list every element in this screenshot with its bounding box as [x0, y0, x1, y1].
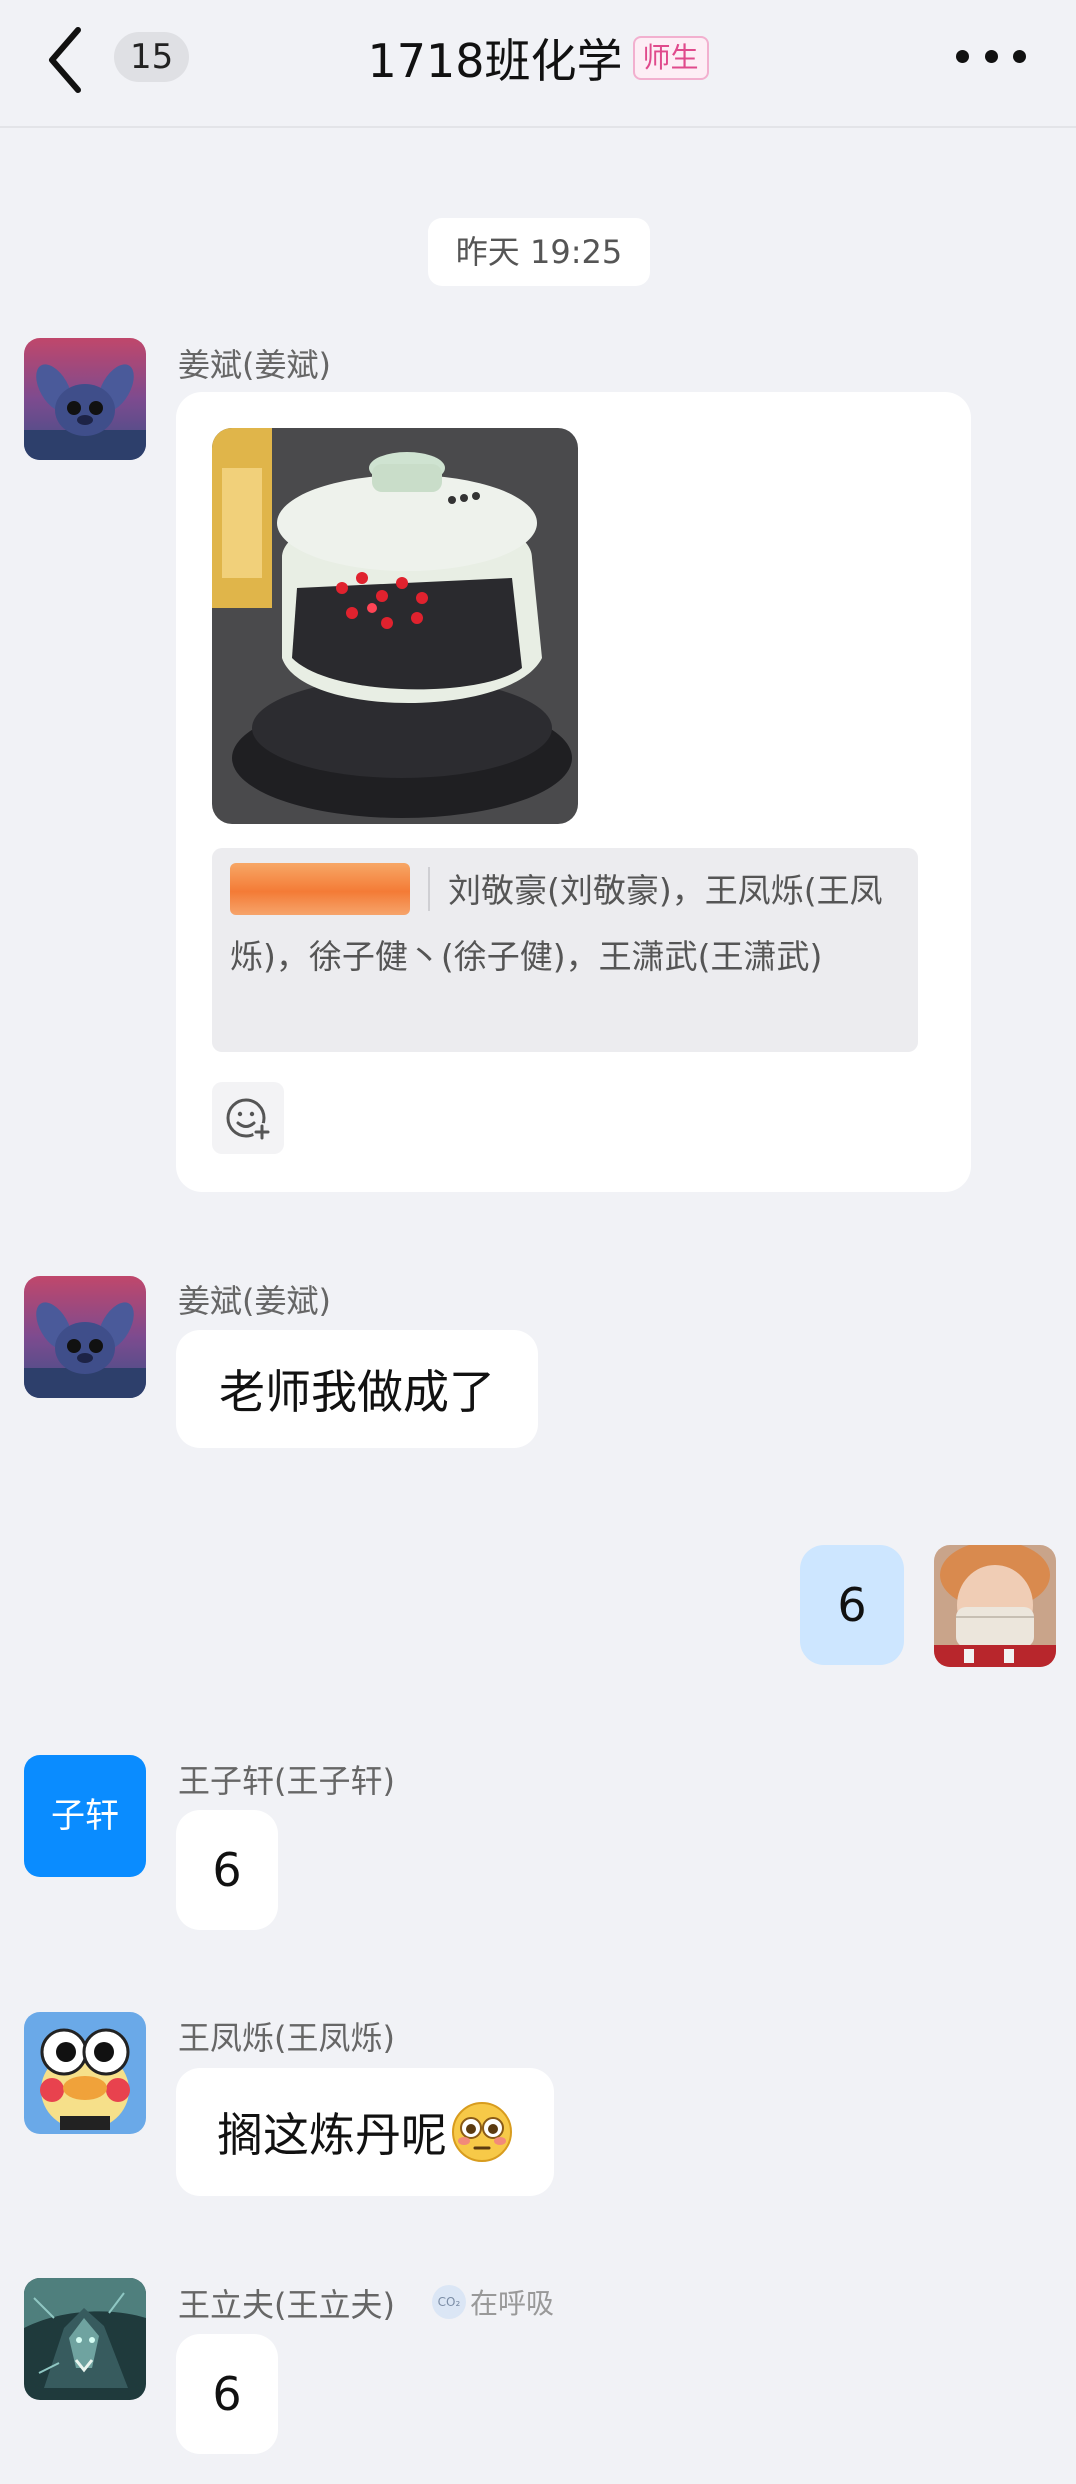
sender-name: 姜斌(姜斌) [178, 1282, 331, 1320]
message-bubble[interactable]: 6 [176, 2334, 278, 2454]
avatar-stitch[interactable] [24, 338, 146, 460]
message-photo[interactable] [212, 428, 578, 824]
mention-tag-redacted [230, 862, 410, 915]
message-text: 搁这炼丹呢 [217, 2108, 447, 2162]
wolf-avatar-image [24, 2278, 146, 2400]
add-reaction-button[interactable] [212, 1082, 284, 1154]
avatar-zixuan[interactable]: 子轩 [24, 1755, 146, 1877]
mention-list: 刘敬豪(刘敬豪)，王凤烁(王凤烁)，徐子健丶(徐子健)，王潇武(王潇武) [212, 848, 918, 1052]
chat-header: 15 1718班化学 师生 [0, 0, 1076, 128]
more-icon-dot [1013, 49, 1026, 63]
crucible-photo-image [212, 428, 578, 824]
self-message-bubble[interactable]: 6 [800, 1545, 904, 1665]
time-divider: 昨天 19:25 [428, 218, 650, 286]
user-status: CO₂ 在呼吸 [432, 2282, 554, 2322]
message-bubble-container[interactable]: 搁这炼丹呢 [176, 2068, 554, 2196]
title-area: 1718班化学 师生 [0, 26, 1076, 90]
image-message-card[interactable]: 刘敬豪(刘敬豪)，王凤烁(王凤烁)，徐子健丶(徐子健)，王潇武(王潇武) [176, 392, 971, 1192]
avatar-stitch[interactable] [24, 1276, 146, 1398]
avatar-wolf[interactable] [24, 2278, 146, 2400]
self-avatar-image [934, 1545, 1056, 1667]
flushed-emoji-icon [452, 2102, 512, 2162]
message-bubble[interactable]: 6 [176, 1810, 278, 1930]
chat-title: 1718班化学 [367, 34, 623, 88]
stitch-avatar-image [24, 338, 146, 460]
stitch-avatar-image [24, 1276, 146, 1398]
sender-name: 王子轩(王子轩) [178, 1762, 395, 1800]
sender-name: 姜斌(姜斌) [178, 346, 331, 384]
sender-name: 王立夫(王立夫) [178, 2286, 395, 2324]
add-reaction-icon [226, 1098, 271, 1141]
status-text: 在呼吸 [470, 2287, 555, 2320]
more-icon-dot [984, 49, 998, 63]
self-avatar[interactable] [934, 1545, 1056, 1667]
mention-separator [428, 866, 430, 911]
avatar-duck[interactable] [24, 2012, 146, 2134]
duck-avatar-image [24, 2012, 146, 2134]
sender-name: 王凤烁(王凤烁) [178, 2019, 395, 2057]
group-type-tag: 师生 [632, 36, 709, 80]
co2-icon: CO₂ [432, 2285, 466, 2319]
more-button[interactable] [956, 36, 1026, 76]
message-bubble[interactable]: 老师我做成了 [176, 1330, 538, 1448]
more-icon [956, 49, 969, 63]
